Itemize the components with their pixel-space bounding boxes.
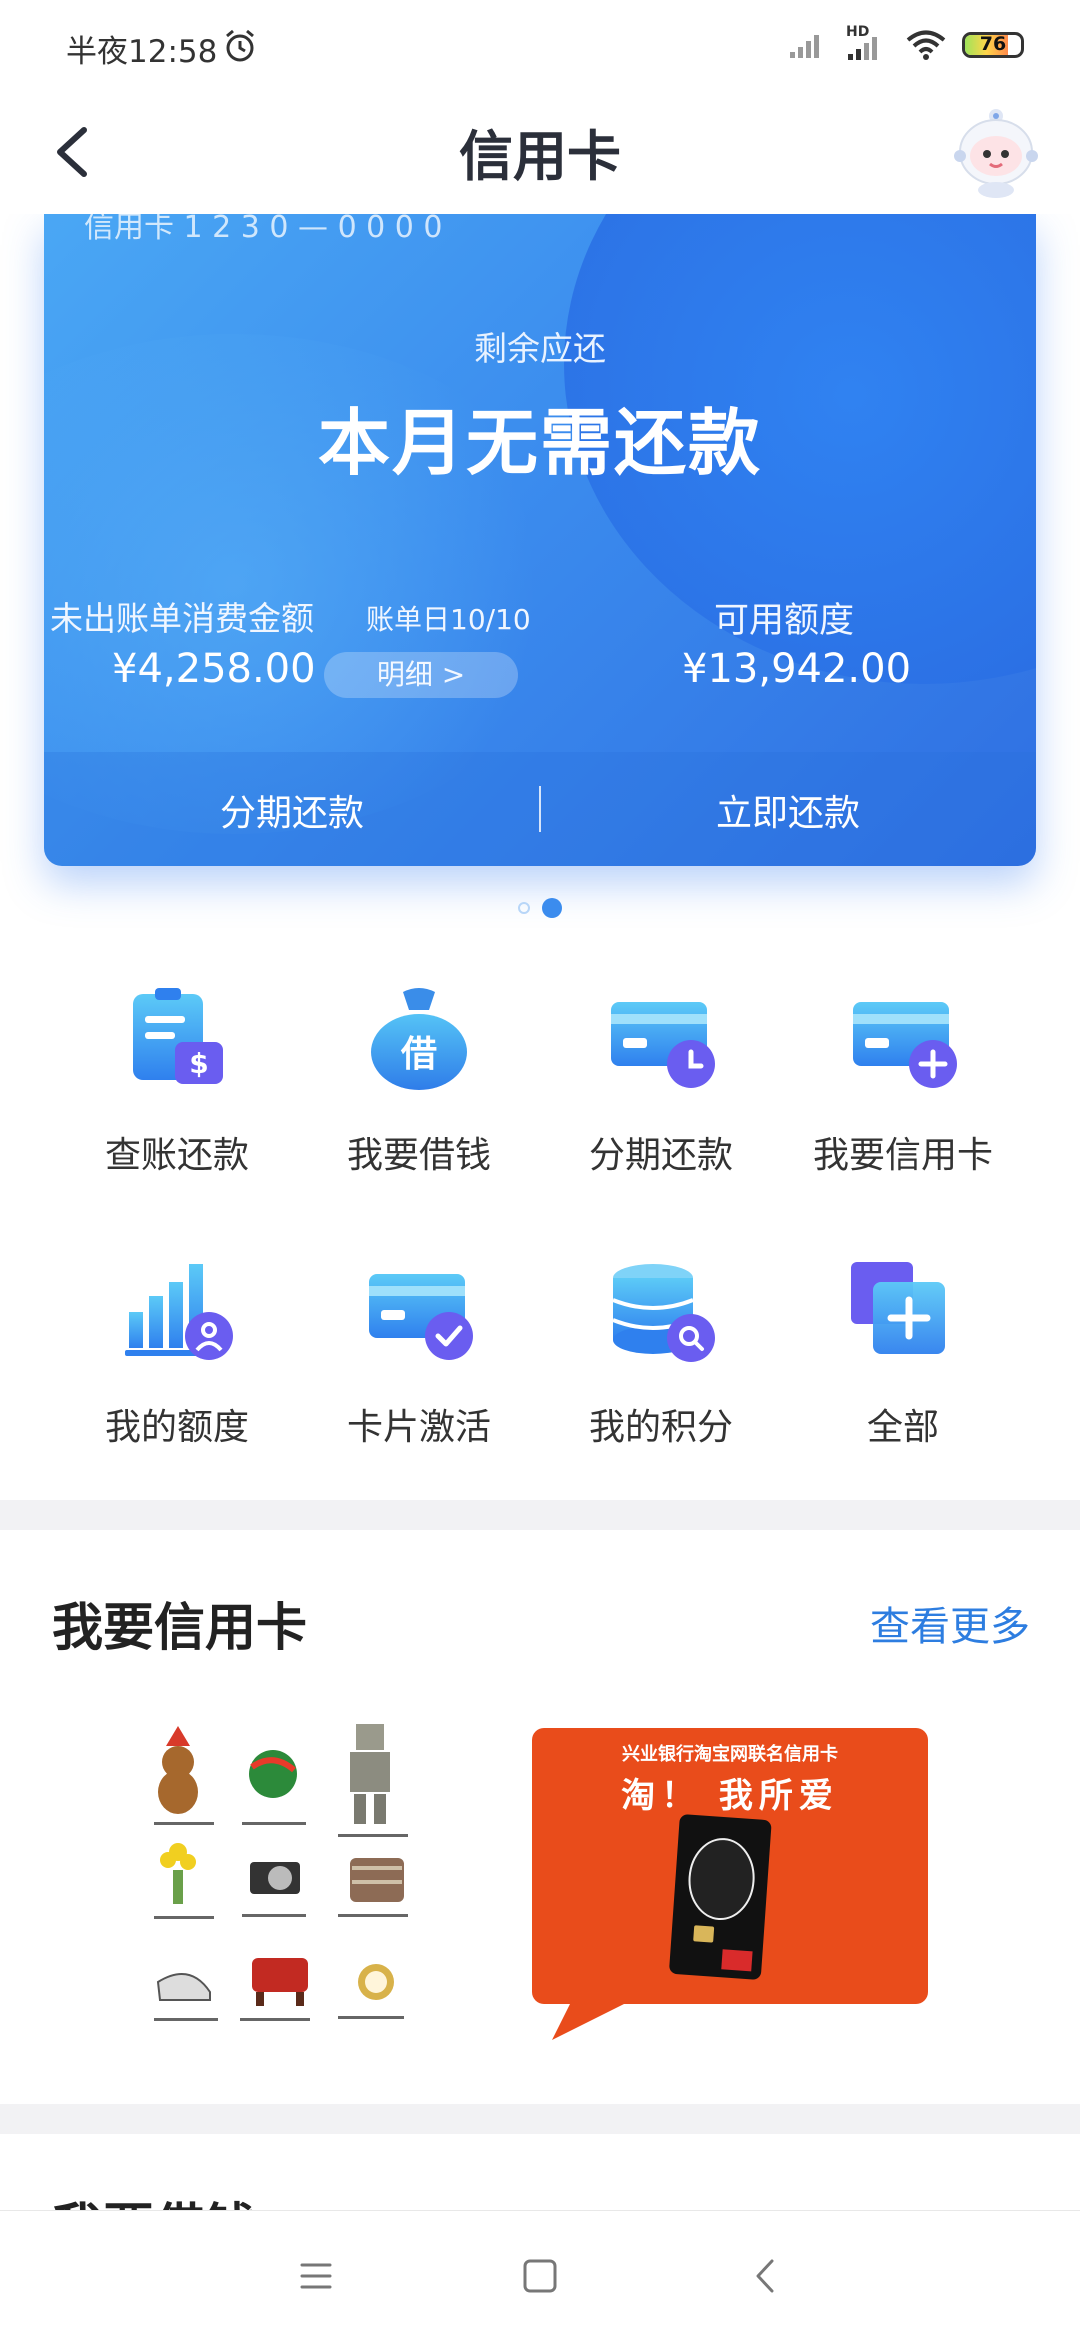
repay-now-button[interactable]: 立即还款 bbox=[540, 784, 1036, 836]
pager-dot[interactable] bbox=[518, 902, 530, 914]
money-bag-char: 借 bbox=[400, 1034, 437, 1075]
bill-dollar-icon: $ bbox=[133, 988, 223, 1084]
section-title-apply-card: 我要信用卡 bbox=[52, 1599, 308, 1658]
available-label: 可用额度 bbox=[714, 601, 855, 641]
installment-repay-button[interactable]: 分期还款 bbox=[44, 784, 540, 836]
service-label: 我要借钱 bbox=[346, 1135, 491, 1176]
unbilled-amount: ¥4,258.00 bbox=[112, 646, 316, 692]
service-apply-card[interactable]: 我要信用卡 bbox=[778, 980, 1028, 1178]
service-my-limit[interactable]: 我的额度 bbox=[52, 1252, 302, 1450]
coin-stack-search-icon bbox=[612, 1264, 715, 1362]
status-bar: 半夜12:58 HD 76 bbox=[0, 0, 1080, 90]
svg-text:$: $ bbox=[189, 1047, 208, 1080]
service-label: 我的额度 bbox=[104, 1407, 249, 1448]
available-amount: ¥13,942.00 bbox=[682, 646, 912, 692]
plus-squares-icon bbox=[851, 1262, 945, 1354]
promo-slogan: 淘！ 我所爱 bbox=[621, 1776, 839, 1816]
card-number-partial: 信用卡 1 2 3 0 — 0 0 0 0 bbox=[84, 214, 443, 245]
service-all[interactable]: 全部 bbox=[778, 1252, 1028, 1450]
battery-icon: 76 bbox=[962, 32, 1024, 58]
product-collage-image[interactable] bbox=[140, 1712, 440, 2042]
service-my-points[interactable]: 我的积分 bbox=[536, 1252, 786, 1450]
header: 信用卡 bbox=[0, 90, 1080, 214]
view-more-link[interactable]: 查看更多 bbox=[870, 1594, 1030, 1652]
hd-signal-icon: HD bbox=[844, 24, 890, 62]
unbilled-label: 未出账单消费金额 bbox=[50, 599, 314, 638]
home-square-icon[interactable] bbox=[510, 2251, 570, 2301]
wifi-icon bbox=[906, 30, 946, 60]
battery-level: 76 bbox=[979, 33, 1007, 55]
bill-day: 账单日10/10 bbox=[366, 603, 531, 636]
service-label: 我的积分 bbox=[588, 1407, 733, 1448]
page-title: 信用卡 bbox=[459, 125, 621, 188]
service-label: 我要信用卡 bbox=[812, 1135, 993, 1176]
status-time: 半夜12:58 bbox=[66, 34, 218, 70]
service-label: 分期还款 bbox=[588, 1135, 733, 1176]
service-label: 查账还款 bbox=[104, 1135, 249, 1176]
service-label: 全部 bbox=[866, 1407, 939, 1448]
service-activate-card[interactable]: 卡片激活 bbox=[294, 1252, 544, 1450]
money-bag-icon: 借 bbox=[371, 988, 467, 1090]
signal-icon bbox=[790, 35, 819, 58]
menu-icon[interactable] bbox=[286, 2251, 346, 2301]
back-triangle-icon[interactable] bbox=[736, 2251, 796, 2301]
card-clock-icon bbox=[611, 1002, 715, 1088]
service-bill-repay[interactable]: $ 查账还款 bbox=[52, 980, 302, 1178]
promo-title: 兴业银行淘宝网联名信用卡 bbox=[622, 1744, 838, 1765]
detail-button[interactable]: 明细 > bbox=[324, 652, 518, 698]
section-divider bbox=[0, 1500, 1080, 1530]
remaining-value: 本月无需还款 bbox=[317, 401, 762, 485]
carousel-pager bbox=[0, 898, 1080, 918]
alarm-clock-icon bbox=[226, 29, 254, 62]
card-plus-icon bbox=[853, 1002, 957, 1088]
service-installment[interactable]: 分期还款 bbox=[536, 980, 786, 1178]
card-actions: 分期还款 立即还款 bbox=[44, 752, 1036, 866]
system-navbar bbox=[0, 2210, 1080, 2341]
service-label: 卡片激活 bbox=[346, 1407, 491, 1448]
remaining-label: 剩余应还 bbox=[474, 329, 606, 368]
card-check-icon bbox=[369, 1274, 473, 1360]
service-borrow[interactable]: 借 我要借钱 bbox=[294, 980, 544, 1178]
bar-chart-user-icon bbox=[125, 1264, 233, 1360]
cobranded-card-ad[interactable]: 兴业银行淘宝网联名信用卡 淘！ 我所爱 bbox=[532, 1728, 928, 2040]
pager-dot-active[interactable] bbox=[542, 898, 562, 918]
credit-card-summary[interactable]: 信用卡 1 2 3 0 — 0 0 0 0 剩余应还 本月无需还款 未出账单消费… bbox=[44, 214, 1036, 866]
section-divider bbox=[0, 2104, 1080, 2134]
robot-avatar-icon[interactable] bbox=[950, 100, 1042, 200]
